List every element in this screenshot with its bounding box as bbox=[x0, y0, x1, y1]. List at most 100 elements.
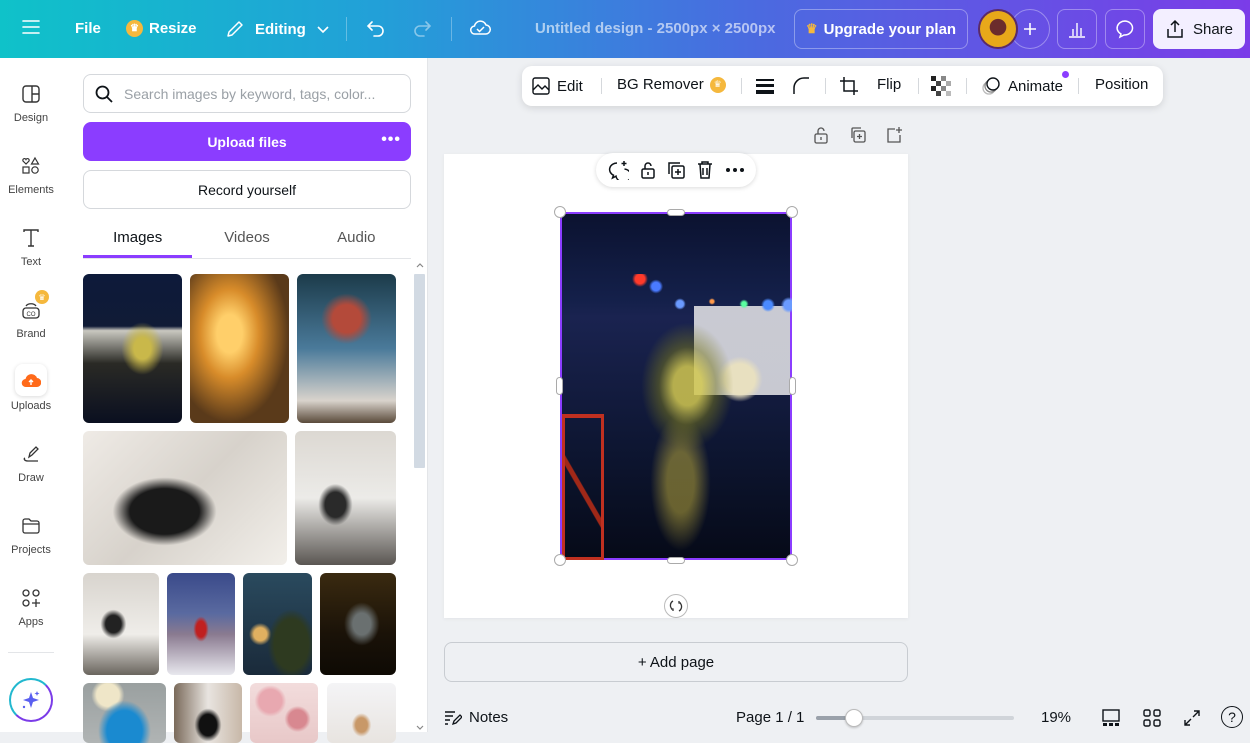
image-thumbnail[interactable] bbox=[320, 573, 396, 675]
image-thumbnail[interactable] bbox=[297, 274, 396, 423]
rotate-handle[interactable] bbox=[664, 594, 688, 618]
tab-images[interactable]: Images bbox=[83, 218, 193, 258]
image-thumbnail[interactable] bbox=[83, 274, 182, 423]
grid-view-icon bbox=[1143, 709, 1161, 727]
resize-handle-bottom-right[interactable] bbox=[786, 554, 798, 566]
design-title[interactable]: Untitled design - 2500px × 2500px bbox=[535, 20, 776, 37]
add-page-icon-button[interactable] bbox=[885, 126, 903, 144]
text-icon bbox=[23, 229, 39, 247]
rail-item-design[interactable]: Design bbox=[0, 82, 62, 124]
border-style-button[interactable] bbox=[755, 76, 775, 96]
search-input[interactable] bbox=[124, 85, 394, 102]
editing-mode-dropdown[interactable]: Editing bbox=[225, 19, 330, 39]
selected-image[interactable] bbox=[560, 212, 792, 560]
zoom-slider-knob[interactable] bbox=[844, 709, 863, 727]
transparency-button[interactable] bbox=[931, 76, 951, 96]
user-avatar[interactable] bbox=[978, 9, 1018, 49]
lock-page-button[interactable] bbox=[813, 126, 829, 144]
apps-icon bbox=[22, 589, 40, 607]
zoom-level[interactable]: 19% bbox=[1041, 709, 1071, 726]
string-lights bbox=[632, 274, 792, 324]
media-tabs: Images Videos Audio bbox=[83, 218, 411, 258]
image-thumbnail[interactable] bbox=[327, 683, 396, 743]
resize-handle-left[interactable] bbox=[556, 377, 563, 395]
resize-handle-right[interactable] bbox=[789, 377, 796, 395]
premium-crown-badge: ♛ bbox=[35, 290, 49, 304]
rail-item-draw[interactable]: Draw bbox=[0, 442, 62, 484]
edit-image-button[interactable]: Edit bbox=[531, 76, 583, 96]
resize-handle-bottom-left[interactable] bbox=[554, 554, 566, 566]
add-comment-icon[interactable] bbox=[607, 160, 630, 180]
image-thumbnail[interactable] bbox=[243, 573, 312, 675]
main-menu-button[interactable] bbox=[22, 19, 40, 35]
help-button[interactable]: ? bbox=[1221, 706, 1243, 728]
redo-button[interactable] bbox=[412, 19, 432, 37]
scroll-down-icon[interactable] bbox=[415, 724, 425, 732]
rail-item-brand[interactable]: CO ♛ Brand bbox=[0, 290, 62, 340]
red-railing bbox=[562, 414, 604, 560]
duplicate-icon[interactable] bbox=[666, 160, 686, 180]
projects-icon bbox=[22, 518, 40, 534]
magic-ai-button[interactable] bbox=[9, 678, 53, 722]
more-options-icon[interactable]: ••• bbox=[381, 131, 401, 149]
image-thumbnail[interactable] bbox=[295, 431, 396, 565]
element-floating-toolbar bbox=[596, 153, 756, 187]
corner-rounding-button[interactable] bbox=[791, 76, 811, 96]
image-thumbnail[interactable] bbox=[83, 683, 166, 743]
insights-button[interactable] bbox=[1057, 9, 1097, 49]
crown-icon: ♛ bbox=[126, 20, 143, 37]
image-thumbnail[interactable] bbox=[190, 274, 289, 423]
tab-audio[interactable]: Audio bbox=[302, 218, 411, 258]
unlock-icon[interactable] bbox=[640, 160, 656, 180]
upload-files-button[interactable]: Upload files ••• bbox=[83, 122, 411, 161]
rail-item-uploads[interactable]: Uploads bbox=[0, 364, 62, 412]
tab-videos[interactable]: Videos bbox=[192, 218, 301, 258]
animate-button[interactable]: Animate bbox=[980, 71, 1070, 96]
rail-item-projects[interactable]: Projects bbox=[0, 514, 62, 556]
image-thumbnail[interactable] bbox=[83, 573, 159, 675]
search-box[interactable] bbox=[83, 74, 411, 113]
top-bar: File ♛ Resize Editing Untitled design - … bbox=[0, 0, 1250, 58]
duplicate-page-button[interactable] bbox=[849, 126, 867, 144]
scrollbar-thumb[interactable] bbox=[414, 274, 425, 468]
uploads-icon bbox=[21, 374, 41, 388]
notes-button[interactable]: Notes bbox=[444, 709, 508, 726]
image-thumbnail[interactable] bbox=[83, 431, 287, 565]
fullscreen-button[interactable] bbox=[1182, 708, 1202, 728]
save-status-button[interactable] bbox=[469, 18, 491, 38]
share-upload-icon bbox=[1167, 19, 1183, 38]
rail-item-apps[interactable]: Apps bbox=[0, 586, 62, 628]
upgrade-plan-button[interactable]: ♛ Upgrade your plan bbox=[794, 9, 968, 49]
undo-button[interactable] bbox=[366, 19, 386, 37]
rail-item-elements[interactable]: Elements bbox=[0, 154, 62, 196]
resize-handle-top-left[interactable] bbox=[554, 206, 566, 218]
bg-remover-button[interactable]: BG Remover ♛ bbox=[617, 76, 726, 93]
resize-handle-top-right[interactable] bbox=[786, 206, 798, 218]
image-thumbnail[interactable] bbox=[167, 573, 235, 675]
resize-handle-top[interactable] bbox=[667, 209, 685, 216]
animate-icon bbox=[982, 77, 1000, 95]
image-context-toolbar: Edit BG Remover ♛ Flip Animate Position bbox=[522, 66, 1163, 106]
grid-view-button[interactable] bbox=[1142, 708, 1162, 728]
image-thumbnail[interactable] bbox=[174, 683, 242, 743]
add-page-button[interactable]: + Add page bbox=[444, 642, 908, 682]
edit-image-icon bbox=[532, 77, 550, 95]
flip-button[interactable]: Flip bbox=[877, 76, 901, 93]
scroll-up-icon[interactable] bbox=[415, 261, 425, 269]
more-options-icon[interactable] bbox=[725, 167, 745, 173]
resize-handle-bottom[interactable] bbox=[667, 557, 685, 564]
comments-button[interactable] bbox=[1105, 9, 1145, 49]
position-button[interactable]: Position bbox=[1095, 76, 1148, 93]
thumbnail-view-button[interactable] bbox=[1101, 708, 1121, 728]
unlock-icon bbox=[814, 127, 828, 144]
trash-icon[interactable] bbox=[696, 160, 714, 180]
image-thumbnail[interactable] bbox=[250, 683, 318, 743]
rail-item-text[interactable]: Text bbox=[0, 226, 62, 268]
crop-button[interactable] bbox=[839, 76, 859, 96]
resize-button[interactable]: ♛ Resize bbox=[126, 20, 197, 37]
design-icon bbox=[22, 85, 40, 103]
file-menu[interactable]: File bbox=[75, 20, 101, 37]
share-button[interactable]: Share bbox=[1153, 9, 1245, 49]
record-yourself-button[interactable]: Record yourself bbox=[83, 170, 411, 209]
page-indicator[interactable]: Page 1 / 1 bbox=[736, 709, 804, 726]
